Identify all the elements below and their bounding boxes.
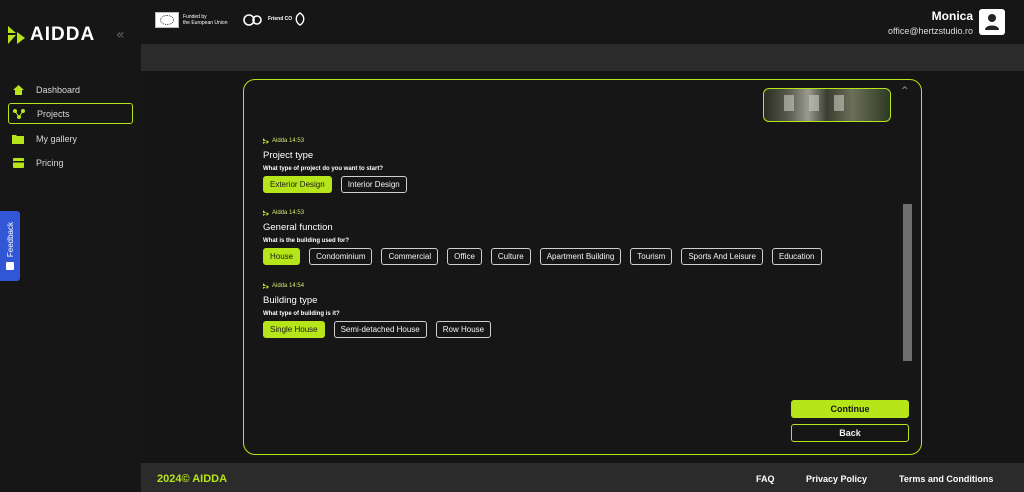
friend-co-label: Friend CO [268, 16, 293, 22]
brand-name: AIDDA [30, 24, 96, 45]
option-house[interactable]: House [263, 248, 301, 265]
sidebar-item-gallery[interactable]: My gallery [8, 128, 133, 149]
option-group: Exterior Design Interior Design [263, 176, 407, 193]
eu-flag-icon [155, 12, 179, 28]
footer: 2024© AIDDA FAQ Privacy Policy Terms and… [141, 463, 1024, 492]
brand-logo[interactable]: AIDDA [8, 24, 95, 46]
chat-section-general-function: Aidda 14:53 General function What is the… [263, 210, 822, 265]
aidda-small-icon [263, 138, 269, 144]
project-wizard-card: ^ Aidda 14:53 Project type What type of … [243, 79, 922, 455]
feedback-label: Feedback [5, 222, 15, 258]
sidebar-item-label: My gallery [36, 133, 78, 144]
leaf-icon [295, 12, 305, 26]
avatar[interactable] [979, 9, 1005, 35]
section-question: What type of project do you want to star… [263, 166, 383, 172]
user-info: Monica office@hertzstudio.ro [888, 9, 973, 36]
sidebar-item-label: Dashboard [36, 84, 81, 95]
option-row-house[interactable]: Row House [435, 321, 492, 338]
scroll-up-icon[interactable]: ^ [901, 86, 909, 96]
continue-button[interactable]: Continue [791, 400, 909, 418]
section-title: General function [263, 222, 333, 233]
user-icon [985, 14, 999, 30]
faq-link[interactable]: FAQ [756, 474, 775, 484]
folder-icon [12, 134, 24, 144]
scrollbar[interactable] [903, 204, 912, 361]
toolbar-band [141, 44, 1024, 71]
feedback-icon [6, 261, 14, 270]
eu-funding-badge: Funded by the European Union [155, 12, 243, 28]
option-condominium[interactable]: Condominium [309, 248, 373, 265]
option-exterior-design[interactable]: Exterior Design [263, 176, 332, 193]
option-commercial[interactable]: Commercial [381, 248, 439, 265]
copyright: 2024© AIDDA [157, 473, 228, 485]
chat-section-project-type: Aidda 14:53 Project type What type of pr… [263, 138, 407, 193]
reference-image-thumbnail[interactable] [763, 88, 891, 122]
chat-section-building-type: Aidda 14:54 Building type What type of b… [263, 283, 492, 338]
section-title: Building type [263, 295, 318, 306]
message-meta: Aidda 14:53 [272, 210, 305, 216]
option-culture[interactable]: Culture [490, 248, 531, 265]
terms-link[interactable]: Terms and Conditions [899, 474, 993, 484]
sidebar-item-label: Projects [37, 108, 70, 119]
message-meta: Aidda 14:54 [272, 283, 305, 289]
user-name: Monica [931, 9, 973, 23]
option-semi-detached-house[interactable]: Semi-detached House [333, 321, 427, 338]
friend-co-logo: Friend CO [268, 12, 306, 26]
eu-line-2: the European Union [183, 20, 228, 26]
option-tourism[interactable]: Tourism [630, 248, 673, 265]
section-title: Project type [263, 150, 314, 161]
section-question: What is the building used for? [263, 238, 349, 244]
sidebar-item-dashboard[interactable]: Dashboard [8, 79, 133, 100]
sidebar-item-pricing[interactable]: Pricing [8, 152, 133, 173]
option-group: House Condominium Commercial Office Cult… [263, 248, 822, 265]
pricing-icon [12, 157, 24, 168]
partner-gears-icon [243, 14, 262, 26]
sidebar-collapse-button[interactable]: « [116, 27, 125, 43]
projects-icon [13, 108, 25, 119]
sidebar-item-label: Pricing [36, 157, 64, 168]
aidda-small-icon [263, 283, 269, 289]
option-office[interactable]: Office [447, 248, 482, 265]
sidebar: Dashboard Projects My gallery Pricing [0, 44, 141, 492]
option-single-house[interactable]: Single House [263, 321, 325, 338]
back-button[interactable]: Back [791, 424, 909, 442]
sidebar-item-projects[interactable]: Projects [8, 103, 133, 124]
aidda-small-icon [263, 210, 269, 216]
privacy-policy-link[interactable]: Privacy Policy [806, 474, 867, 484]
feedback-button[interactable]: Feedback [0, 211, 20, 281]
option-apartment-building[interactable]: Apartment Building [539, 248, 622, 265]
aidda-logo-icon [8, 26, 25, 44]
option-group: Single House Semi-detached House Row Hou… [263, 321, 492, 338]
option-sports-and-leisure[interactable]: Sports And Leisure [681, 248, 763, 265]
user-email: office@hertzstudio.ro [887, 26, 973, 36]
section-question: What type of building is it? [263, 311, 340, 317]
option-interior-design[interactable]: Interior Design [340, 176, 407, 193]
option-education[interactable]: Education [771, 248, 822, 265]
home-icon [12, 84, 24, 95]
message-meta: Aidda 14:53 [272, 138, 305, 144]
top-header: AIDDA « Funded by the European Union Fri… [0, 0, 1024, 46]
